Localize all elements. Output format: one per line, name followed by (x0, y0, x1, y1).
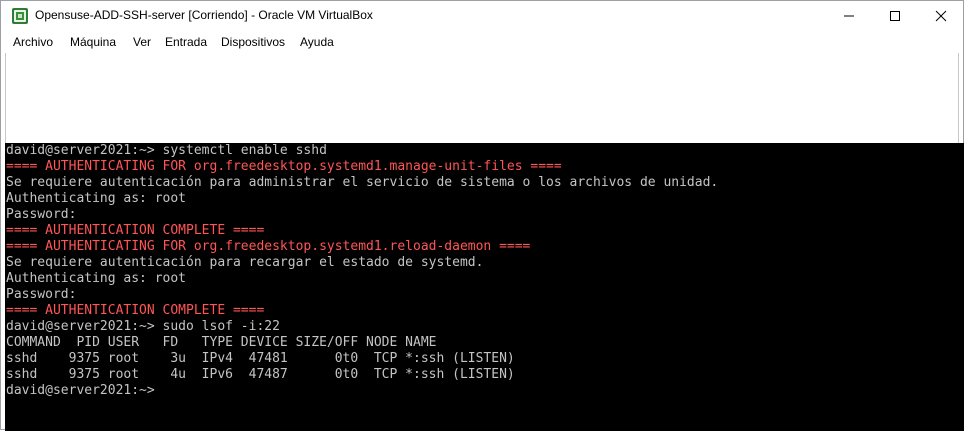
console-line: ==== AUTHENTICATING FOR org.freedesktop.… (6, 239, 531, 254)
menu-archivo[interactable]: Archivo (13, 35, 53, 49)
virtualbox-icon (12, 8, 28, 24)
console-line: david@server2021:~> systemctl enable ssh… (6, 143, 327, 158)
close-button[interactable] (918, 1, 964, 31)
vm-display-padding (5, 53, 959, 143)
console-line: Password: (6, 287, 77, 302)
maximize-icon (890, 11, 900, 21)
minimize-button[interactable] (826, 1, 872, 31)
console-line: sshd 9375 root 3u IPv4 47481 0t0 TCP *:s… (6, 351, 515, 366)
menu-ver[interactable]: Ver (133, 35, 151, 49)
console-line: ==== AUTHENTICATION COMPLETE ==== (6, 223, 265, 238)
minimize-icon (844, 15, 854, 17)
console-line: ==== AUTHENTICATING FOR org.freedesktop.… (6, 159, 562, 174)
menu-ayuda[interactable]: Ayuda (300, 35, 334, 49)
title-bar[interactable]: Opensuse-ADD-SSH-server [Corriendo] - Or… (1, 1, 963, 31)
console-line: david@server2021:~> sudo lsof -i:22 (6, 319, 280, 334)
console-line: Se requiere autenticación para administr… (6, 175, 719, 190)
console-line: Se requiere autenticación para recargar … (6, 255, 484, 270)
console-line: ==== AUTHENTICATION COMPLETE ==== (6, 303, 265, 318)
virtualbox-window: Opensuse-ADD-SSH-server [Corriendo] - Or… (0, 0, 964, 431)
console-line: Password: (6, 207, 77, 222)
menu-maquina[interactable]: Máquina (70, 35, 116, 49)
menu-bar: Archivo Máquina Ver Entrada Dispositivos… (1, 31, 963, 53)
console-line: Authenticating as: root (6, 191, 187, 206)
window-title: Opensuse-ADD-SSH-server [Corriendo] - Or… (35, 8, 373, 22)
close-icon (935, 10, 947, 22)
maximize-button[interactable] (872, 1, 918, 31)
console-line: COMMAND PID USER FD TYPE DEVICE SIZE/OFF… (6, 335, 437, 350)
vm-console-screen[interactable]: david@server2021:~> systemctl enable ssh… (5, 143, 964, 431)
console-line: Authenticating as: root (6, 271, 187, 286)
console-line: sshd 9375 root 4u IPv6 47487 0t0 TCP *:s… (6, 367, 515, 382)
menu-entrada[interactable]: Entrada (165, 35, 207, 49)
console-prompt[interactable]: david@server2021:~> (6, 383, 163, 399)
menu-dispositivos[interactable]: Dispositivos (221, 35, 285, 49)
